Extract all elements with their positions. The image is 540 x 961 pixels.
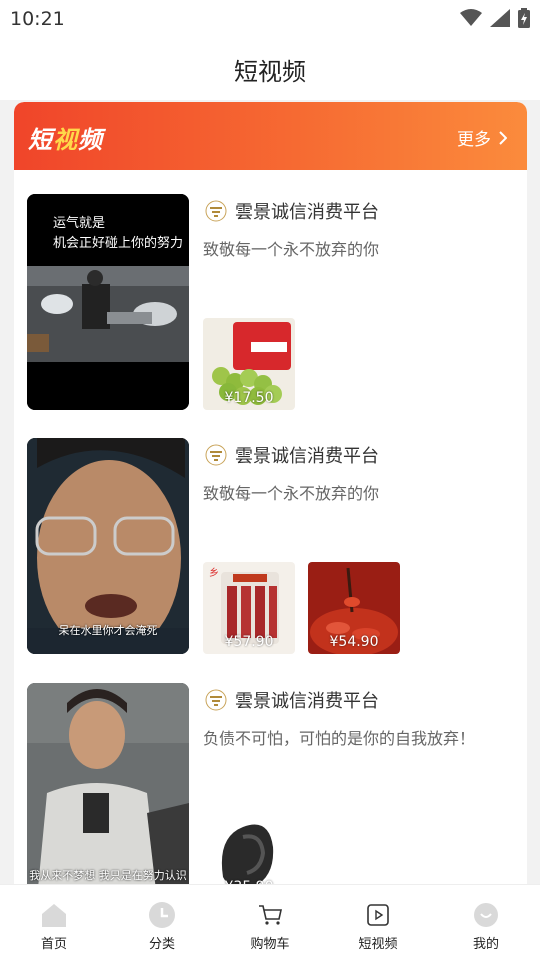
nav-short-video[interactable]: 短视频	[333, 885, 423, 952]
product-card[interactable]: 乡 ¥57.90	[203, 562, 295, 654]
video-thumbnail[interactable]: 呆在水里你才会淹死	[27, 438, 189, 654]
product-price: ¥57.90	[224, 634, 274, 650]
status-icons	[460, 8, 530, 28]
thumb-caption: 呆在水里你才会淹死	[58, 624, 158, 637]
more-label: 更多	[457, 130, 491, 150]
video-item[interactable]: 运气就是 机会正好碰上你的努力 雲景诚信消费平台 致敬每一个永不放弃的你 ¥17…	[27, 194, 517, 412]
seller-info[interactable]: 雲景诚信消费平台	[205, 442, 379, 468]
category-icon	[149, 902, 175, 928]
chevron-right-icon	[499, 130, 507, 145]
nav-profile[interactable]: 我的	[441, 885, 531, 952]
product-price: ¥17.50	[224, 390, 274, 406]
signal-icon	[490, 9, 510, 27]
product-list: 乡 ¥57.90 ¥54.90	[203, 562, 400, 654]
seller-name: 雲景诚信消费平台	[235, 446, 379, 467]
nav-home-label: 首页	[40, 937, 67, 952]
cart-icon	[259, 905, 282, 925]
short-video-banner: 短视频 更多	[14, 102, 527, 170]
seller-name: 雲景诚信消费平台	[235, 202, 379, 223]
product-card[interactable]: ¥17.50	[203, 318, 295, 410]
video-item[interactable]: 我从来不梦想 我只是在努力认识 雲景诚信消费平台 负债不可怕，可怕的是你的自我放…	[27, 683, 517, 901]
thumb-caption: 运气就是 机会正好碰上你的努力	[53, 216, 184, 251]
seller-logo-icon	[205, 444, 227, 466]
seller-info[interactable]: 雲景诚信消费平台	[205, 198, 379, 224]
seller-info[interactable]: 雲景诚信消费平台	[205, 687, 379, 713]
home-icon	[42, 904, 66, 927]
more-link[interactable]: 更多	[457, 125, 507, 150]
video-icon	[367, 904, 389, 926]
banner-title: 短视频	[28, 126, 103, 154]
video-item[interactable]: 呆在水里你才会淹死 雲景诚信消费平台 致敬每一个永不放弃的你 乡 ¥57.90	[27, 438, 517, 656]
video-thumbnail[interactable]: 我从来不梦想 我只是在努力认识	[27, 683, 189, 899]
video-thumbnail[interactable]: 运气就是 机会正好碰上你的努力	[27, 194, 189, 410]
nav-short-video-label: 短视频	[358, 937, 398, 952]
page-title: 短视频	[234, 57, 306, 86]
seller-logo-icon	[205, 689, 227, 711]
nav-category[interactable]: 分类	[117, 885, 207, 952]
product-list: ¥17.50	[203, 318, 295, 410]
svg-text:乡: 乡	[209, 567, 219, 579]
nav-category-label: 分类	[148, 937, 175, 952]
title-bar: 短视频	[0, 38, 540, 100]
product-price: ¥54.90	[329, 634, 379, 650]
bottom-navigation: 首页 分类 购物车 短视频 我的	[0, 884, 540, 961]
seller-logo-icon	[205, 200, 227, 222]
short-video-card: 短视频 更多 运气就是 机会正好碰上你的努力 雲景诚信消费平台 致敬每一个永不放…	[14, 102, 527, 902]
profile-icon	[474, 903, 498, 927]
nav-home[interactable]: 首页	[9, 885, 99, 952]
nav-profile-label: 我的	[472, 937, 499, 952]
status-time: 10:21	[10, 8, 65, 30]
battery-icon	[518, 8, 530, 28]
video-description: 致敬每一个永不放弃的你	[203, 484, 380, 503]
status-bar: 10:21	[0, 0, 540, 38]
nav-cart-label: 购物车	[250, 937, 290, 952]
video-description: 致敬每一个永不放弃的你	[203, 240, 380, 259]
thumb-caption: 我从来不梦想 我只是在努力认识	[29, 869, 187, 882]
wifi-icon	[460, 9, 482, 26]
nav-cart[interactable]: 购物车	[225, 885, 315, 952]
product-card[interactable]: ¥54.90	[308, 562, 400, 654]
video-description: 负债不可怕，可怕的是你的自我放弃！	[203, 729, 476, 748]
seller-name: 雲景诚信消费平台	[235, 691, 379, 712]
